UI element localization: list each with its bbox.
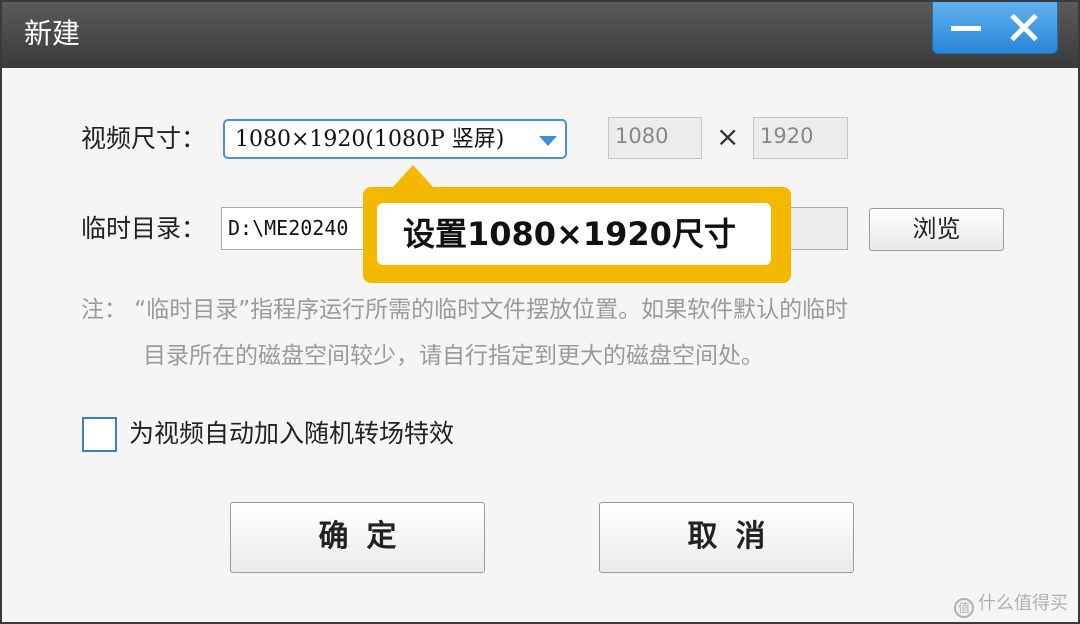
width-field[interactable]: 1080 xyxy=(608,117,702,159)
callout-text: 设置1080×1920尺寸 xyxy=(403,215,736,253)
close-icon[interactable] xyxy=(1005,10,1045,46)
note-line-1: 注： “临时目录”指程序运行所需的临时文件摆放位置。如果软件默认的临时 xyxy=(81,297,849,323)
watermark-text: 什么值得买 xyxy=(978,593,1068,614)
times-symbol: × xyxy=(716,120,740,153)
video-size-select[interactable]: 1080×1920(1080P 竖屏) xyxy=(223,119,567,159)
callout-body: 设置1080×1920尺寸 xyxy=(377,203,771,265)
video-size-value: 1080×1920(1080P 竖屏) xyxy=(235,127,505,152)
window-controls xyxy=(932,2,1058,54)
height-field[interactable]: 1920 xyxy=(753,117,848,159)
ok-button[interactable]: 确定 xyxy=(230,502,485,573)
transition-checkbox[interactable] xyxy=(82,417,117,452)
minimize-icon[interactable] xyxy=(947,12,987,44)
dialog-window: 新建 视频尺寸： 1080×1920(1080P 竖屏) 1080 × 1920… xyxy=(0,0,1080,624)
transition-checkbox-label[interactable]: 为视频自动加入随机转场特效 xyxy=(129,418,454,450)
video-size-label: 视频尺寸： xyxy=(81,124,207,153)
title-bar: 新建 xyxy=(2,2,1078,68)
temp-dir-value: D:\ME20240 xyxy=(228,216,349,240)
watermark: 值什么值得买 xyxy=(954,592,1068,618)
browse-button[interactable]: 浏览 xyxy=(869,208,1004,251)
watermark-logo-icon: 值 xyxy=(954,598,974,618)
callout-pointer xyxy=(393,165,433,187)
cancel-button[interactable]: 取消 xyxy=(599,502,854,573)
note-line-2: 目录所在的磁盘空间较少，请自行指定到更大的磁盘空间处。 xyxy=(143,343,764,369)
window-title: 新建 xyxy=(24,17,81,50)
chevron-down-icon[interactable] xyxy=(539,136,557,146)
annotation-callout: 设置1080×1920尺寸 xyxy=(363,187,791,283)
temp-dir-label: 临时目录： xyxy=(81,214,207,243)
